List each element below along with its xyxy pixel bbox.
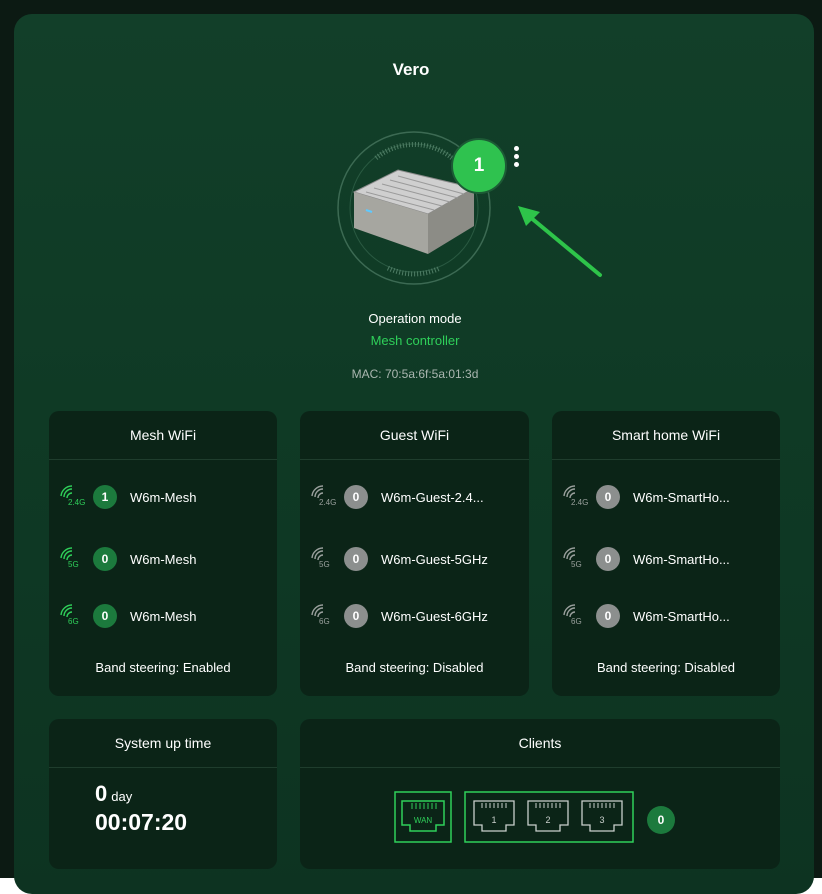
band-steering-status: Band steering: Disabled <box>345 660 484 675</box>
smart-home-wifi-card[interactable]: Smart home WiFi 2.4G 0 W6m-SmartHo... 5G… <box>552 411 780 696</box>
svg-text:5G: 5G <box>319 560 330 569</box>
band-row-5g[interactable]: 5G 0 W6m-Mesh <box>59 543 196 575</box>
connected-nodes-badge[interactable]: 1 <box>451 138 507 194</box>
ethernet-ports-diagram[interactable]: WAN 1 2 3 <box>394 791 634 845</box>
client-count-badge: 0 <box>344 485 368 509</box>
wifi-5g-icon: 5G <box>311 547 330 569</box>
ssid-label: W6m-SmartHo... <box>633 551 730 567</box>
operation-mode-label: Operation mode <box>368 311 462 326</box>
ssid-label: W6m-Mesh <box>130 608 197 624</box>
client-count-badge: 0 <box>344 604 368 628</box>
wifi-6g-icon: 6G <box>563 604 582 626</box>
svg-text:2.4G: 2.4G <box>68 498 85 507</box>
client-count-badge: 0 <box>344 547 368 571</box>
card-title: Guest WiFi <box>300 411 529 460</box>
band-steering-status: Band steering: Disabled <box>596 660 736 675</box>
mesh-wifi-card[interactable]: Mesh WiFi 2.4G 1 W6m-Mesh 5G 0 W6m-Mesh … <box>49 411 277 696</box>
band-row-6g[interactable]: 6G 0 W6m-Mesh <box>59 600 196 632</box>
svg-text:2.4G: 2.4G <box>319 498 336 507</box>
more-options-icon[interactable] <box>510 146 522 176</box>
card-title: Smart home WiFi <box>552 411 780 460</box>
svg-text:5G: 5G <box>571 560 582 569</box>
system-uptime-card: System up time 0 day 00:07:20 <box>49 719 277 869</box>
wifi-5g-icon: 5G <box>563 547 582 569</box>
ssid-label: W6m-SmartHo... <box>633 489 730 505</box>
svg-text:2.4G: 2.4G <box>571 498 588 507</box>
uptime-day-label: day <box>111 789 133 804</box>
svg-text:5G: 5G <box>68 560 79 569</box>
client-count-badge: 1 <box>93 485 117 509</box>
client-count-badge: 0 <box>93 547 117 571</box>
wifi-2.4g-icon: 2.4G <box>563 485 588 507</box>
ssid-label: W6m-Mesh <box>130 489 197 505</box>
wifi-6g-icon: 6G <box>60 604 79 626</box>
wan-port-icon: WAN <box>401 800 445 832</box>
ssid-label: W6m-Guest-5GHz <box>381 551 488 567</box>
band-steering-status: Band steering: Enabled <box>95 660 231 675</box>
uptime-clock: 00:07:20 <box>95 809 188 835</box>
mac-address: MAC: 70:5a:6f:5a:01:3d <box>351 367 479 381</box>
ssid-label: W6m-SmartHo... <box>633 608 730 624</box>
wifi-2.4g-icon: 2.4G <box>311 485 336 507</box>
ssid-label: W6m-Guest-6GHz <box>381 608 488 624</box>
guest-wifi-card[interactable]: Guest WiFi 2.4G 0 W6m-Guest-2.4... 5G 0 … <box>300 411 529 696</box>
clients-card[interactable]: Clients WAN 1 2 3 0 <box>300 719 780 869</box>
lan-port-1-label: 1 <box>491 815 496 825</box>
band-row-2.4g[interactable]: 2.4G 0 W6m-Guest-2.4... <box>310 481 484 513</box>
wifi-2.4g-icon: 2.4G <box>60 485 85 507</box>
client-count-badge: 0 <box>596 547 620 571</box>
arrow-annotation <box>518 206 602 277</box>
band-row-6g[interactable]: 6G 0 W6m-SmartHo... <box>562 600 730 632</box>
band-row-2.4g[interactable]: 2.4G 1 W6m-Mesh <box>59 481 196 513</box>
wan-label: WAN <box>414 816 433 825</box>
card-title: System up time <box>49 719 277 768</box>
band-row-6g[interactable]: 6G 0 W6m-Guest-6GHz <box>310 600 488 632</box>
router-name: Vero <box>392 60 430 79</box>
band-row-5g[interactable]: 5G 0 W6m-Guest-5GHz <box>310 543 488 575</box>
lan-port-3-label: 3 <box>599 815 604 825</box>
card-title: Clients <box>300 719 780 768</box>
operation-mode-value: Mesh controller <box>370 333 460 348</box>
ssid-label: W6m-Guest-2.4... <box>381 489 484 505</box>
band-row-5g[interactable]: 5G 0 W6m-SmartHo... <box>562 543 730 575</box>
uptime-days: 0 <box>95 781 108 806</box>
client-count-badge: 0 <box>596 604 620 628</box>
svg-text:6G: 6G <box>68 617 79 626</box>
wifi-6g-icon: 6G <box>311 604 330 626</box>
client-count-badge: 0 <box>596 485 620 509</box>
svg-text:6G: 6G <box>571 617 582 626</box>
band-row-2.4g[interactable]: 2.4G 0 W6m-SmartHo... <box>562 481 730 513</box>
lan-port-2-label: 2 <box>545 815 550 825</box>
card-title: Mesh WiFi <box>49 411 277 460</box>
client-count-badge: 0 <box>93 604 117 628</box>
wifi-5g-icon: 5G <box>60 547 79 569</box>
svg-text:6G: 6G <box>319 617 330 626</box>
clients-count-badge[interactable]: 0 <box>647 806 675 834</box>
ssid-label: W6m-Mesh <box>130 551 197 567</box>
